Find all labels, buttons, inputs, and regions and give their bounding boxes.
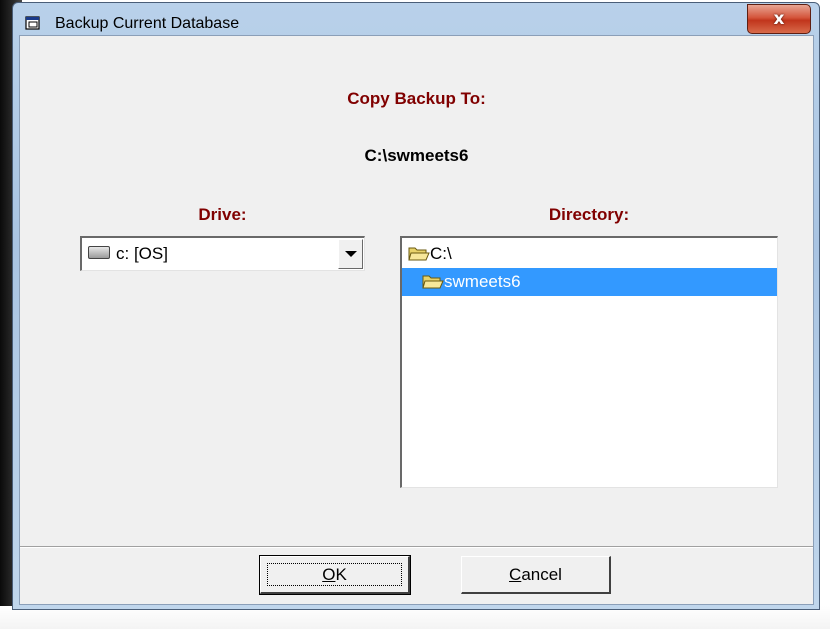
directory-item-label: C:\	[430, 244, 452, 263]
cancel-button[interactable]: Cancel	[461, 556, 611, 594]
dropdown-button[interactable]	[338, 239, 363, 269]
app-icon	[25, 16, 40, 30]
copy-heading: Copy Backup To:	[347, 89, 486, 108]
backup-dialog-window: Backup Current Database x Copy Backup To…	[12, 2, 820, 610]
ok-button-label: OK	[322, 564, 347, 584]
folder-open-icon	[408, 247, 430, 261]
drive-label: Drive:	[198, 205, 247, 224]
button-separator	[20, 546, 813, 548]
close-icon: x	[773, 9, 785, 29]
directory-item-swmeets6[interactable]: swmeets6	[402, 268, 777, 296]
chevron-down-icon	[344, 251, 357, 257]
target-path: C:\swmeets6	[364, 146, 469, 165]
directory-item-label: swmeets6	[444, 272, 521, 291]
directory-label: Directory:	[548, 205, 630, 224]
drive-icon	[88, 246, 110, 259]
directory-list[interactable]: C:\ swmeets6	[400, 236, 778, 488]
drive-dropdown[interactable]: c: [OS]	[80, 236, 365, 271]
ok-button[interactable]: OK	[259, 555, 411, 595]
close-button[interactable]: x	[747, 4, 811, 34]
dialog-client-area: Copy Backup To: C:\swmeets6 Drive: Direc…	[19, 35, 814, 605]
cancel-button-label: Cancel	[509, 564, 562, 584]
directory-item-root[interactable]: C:\	[402, 240, 777, 268]
window-title: Backup Current Database	[55, 15, 240, 32]
drive-selected-value: c: [OS]	[116, 244, 168, 263]
folder-open-icon	[422, 275, 444, 289]
